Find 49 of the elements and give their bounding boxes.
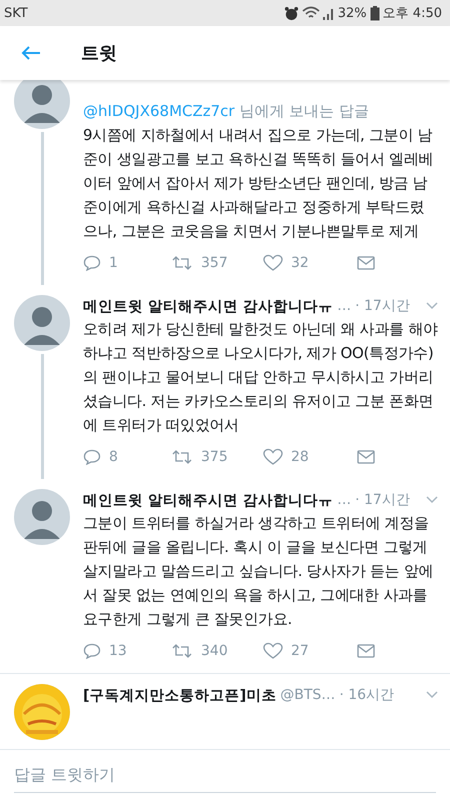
- author-handle: @BTS…: [280, 687, 336, 703]
- like-button[interactable]: 28: [263, 448, 351, 466]
- author-name[interactable]: 메인트윗 알티해주시면 감사합니다ㅠ: [83, 296, 334, 316]
- like-button[interactable]: 32: [263, 254, 351, 272]
- battery-percent: 32%: [338, 6, 367, 20]
- retweet-icon: [171, 255, 193, 271]
- retweet-icon: [171, 643, 193, 659]
- speech-bubble-icon: [83, 255, 101, 271]
- mail-icon[interactable]: [357, 450, 375, 464]
- battery-icon: [370, 6, 380, 20]
- tweet-text: 9시쯤에 지하철에서 내려서 집으로 가는데, 그분이 남준이 생일광고를 보고 욕하신걸 똑똑히 들어서 엘레베이터 앞에서 잡아서 제가 방탄소년단 팬인데, 방금 남준이에게 욕하신걸 사과해달라고 정중하게 부탁드렸으나, 그분은 코웃음을 치면서 기분나쁜말투로 제게: [83, 125, 434, 242]
- author-handle: …: [337, 492, 352, 508]
- like-button[interactable]: 27: [263, 642, 351, 660]
- author-name[interactable]: [구독계지만소통하고픈]미초: [83, 686, 276, 704]
- tweet-time: · 17시간: [355, 297, 410, 315]
- reply-to-line: @hIDQJX68MCZz7cr 님에게 보내는 답글: [83, 101, 370, 122]
- retweet-button[interactable]: 357: [171, 255, 263, 271]
- chevron-down-icon[interactable]: [426, 302, 438, 310]
- tweet-time: · 16시간: [339, 686, 394, 704]
- reply-button[interactable]: 13: [83, 643, 171, 659]
- wifi-icon: [302, 6, 320, 20]
- reply-button[interactable]: 8: [83, 449, 171, 465]
- tweet-text: 오히려 제가 당신한테 말한것도 아닌데 왜 사과를 해야하냐고 적반하장으로 나오시다가, 제가 OO(특정가수)의 팬이냐고 물어보니 대답 안하고 무시하시고 가버리셨습니다. 저는 카카오스토리의 유저이고 그분 폰화면에 트위터가 떠있었어서: [83, 319, 438, 436]
- reply-input-field[interactable]: 답글 트윗하기: [14, 757, 436, 793]
- retweet-button[interactable]: 340: [171, 643, 263, 659]
- clock-time: 오후 4:50: [382, 5, 442, 22]
- alarm-icon: [284, 6, 299, 20]
- speech-bubble-icon: [83, 643, 101, 659]
- heart-icon: [263, 254, 283, 272]
- speech-bubble-icon: [83, 449, 101, 465]
- mail-icon[interactable]: [357, 256, 375, 270]
- avatar[interactable]: [14, 80, 70, 129]
- mention-link[interactable]: @hIDQJX68MCZz7cr: [83, 102, 235, 120]
- mail-icon[interactable]: [357, 644, 375, 658]
- heart-icon: [263, 642, 283, 660]
- carrier-name: SKT: [4, 6, 28, 20]
- retweet-icon: [171, 449, 193, 465]
- page-title: 트윗: [81, 42, 117, 65]
- chevron-down-icon[interactable]: [426, 691, 438, 699]
- author-name[interactable]: 메인트윗 알티해주시면 감사합니다ㅠ: [83, 490, 334, 510]
- back-arrow-icon[interactable]: [21, 45, 41, 61]
- reply-button[interactable]: 1: [83, 255, 171, 271]
- chevron-down-icon[interactable]: [426, 496, 438, 504]
- tweet-time: · 17시간: [355, 491, 410, 509]
- author-handle: …: [337, 298, 352, 314]
- tweet-text: 그분이 트위터를 하실거라 생각하고 트위터에 계정을 판뒤에 글을 올립니다. 혹시 이 글을 보신다면 그렇게 살지말라고 말씀드리고 싶습니다. 당사자가 듣는 앞에서 잘못 없는 연예인의 욕을 하시고, 그에대한 사과를 요구한게 그렇게 큰 잘못인가요.: [83, 513, 434, 630]
- retweet-button[interactable]: 375: [171, 449, 263, 465]
- heart-icon: [263, 448, 283, 466]
- signal-icon: [322, 6, 335, 20]
